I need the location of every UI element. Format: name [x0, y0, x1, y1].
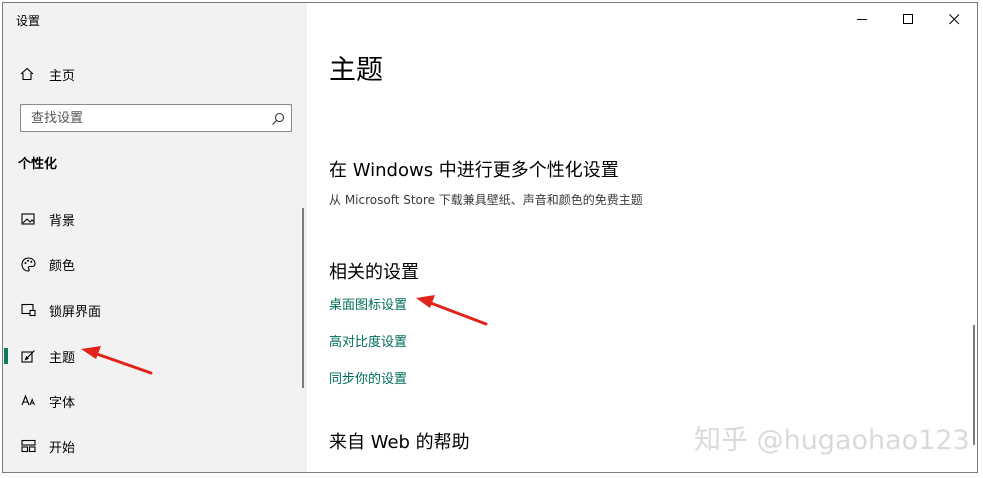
page-title: 主题	[329, 55, 383, 86]
sidebar-item-colors[interactable]: 颜色	[3, 247, 299, 281]
desktop-icon-settings-link[interactable]: 桌面图标设置	[329, 294, 407, 313]
sidebar-item-background[interactable]: 背景	[3, 202, 299, 236]
maximize-button[interactable]	[885, 3, 931, 35]
image-icon	[19, 210, 37, 228]
close-icon	[948, 13, 959, 24]
search-box[interactable]	[20, 104, 292, 132]
minimize-icon	[856, 18, 867, 20]
close-button[interactable]	[931, 3, 977, 35]
sidebar-item-label: 主页	[49, 68, 76, 84]
maximize-icon	[902, 13, 913, 24]
high-contrast-settings-link[interactable]: 高对比度设置	[329, 331, 407, 350]
sidebar-item-label: 锁屏界面	[49, 304, 102, 320]
main-scrollbar[interactable]	[973, 325, 975, 445]
settings-window: 设置 主页 个性化 背景 颜色	[2, 2, 978, 473]
windows-personalization-description: 从 Microsoft Store 下载兼具壁纸、声音和颜色的免费主题	[329, 193, 643, 207]
web-help-heading: 来自 Web 的帮助	[329, 432, 470, 453]
sidebar-item-fonts[interactable]: 字体	[3, 384, 299, 418]
start-icon	[19, 437, 37, 455]
section-heading: 个性化	[18, 157, 58, 172]
active-indicator	[4, 348, 8, 364]
sidebar-item-label: 字体	[49, 395, 76, 411]
theme-icon	[19, 347, 37, 365]
sidebar: 设置 主页 个性化 背景 颜色	[3, 3, 307, 472]
search-input[interactable]	[21, 105, 271, 131]
sidebar-item-themes[interactable]: 主题	[3, 339, 299, 373]
windows-personalization-heading: 在 Windows 中进行更多个性化设置	[329, 160, 619, 181]
sidebar-item-label: 开始	[49, 440, 76, 456]
sync-settings-link[interactable]: 同步你的设置	[329, 368, 407, 387]
search-icon[interactable]	[271, 111, 285, 125]
window-controls	[839, 3, 977, 35]
lock-screen-icon	[19, 301, 37, 319]
font-icon	[19, 392, 37, 410]
sidebar-item-start[interactable]: 开始	[3, 429, 299, 463]
home-icon	[18, 65, 36, 83]
sidebar-scrollbar[interactable]	[302, 208, 304, 388]
sidebar-item-home[interactable]: 主页	[3, 60, 307, 88]
palette-icon	[19, 255, 37, 273]
related-settings-heading: 相关的设置	[329, 262, 419, 283]
sidebar-item-label: 颜色	[49, 258, 76, 274]
sidebar-item-label: 背景	[49, 213, 76, 229]
sidebar-item-lock-screen[interactable]: 锁屏界面	[3, 293, 299, 327]
sidebar-item-label: 主题	[49, 350, 76, 366]
minimize-button[interactable]	[839, 3, 885, 35]
window-title: 设置	[16, 14, 41, 28]
